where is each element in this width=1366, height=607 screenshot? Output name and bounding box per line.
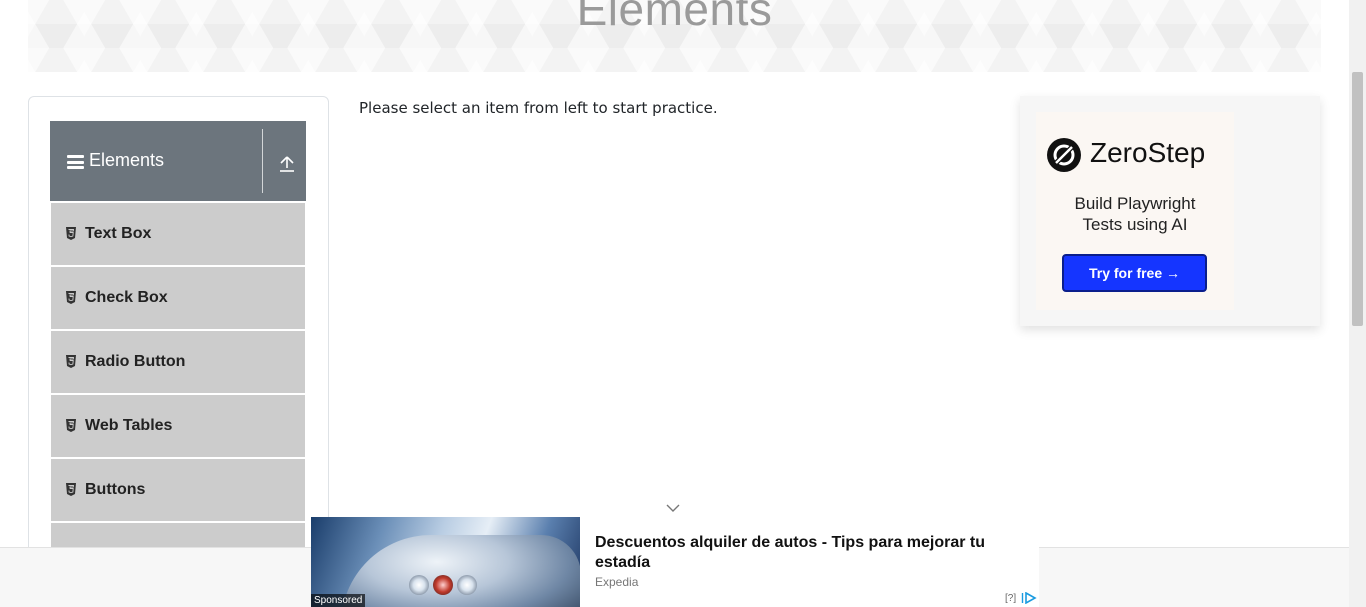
ad-car-image[interactable]: Sponsored: [311, 517, 580, 607]
menu-item-web-tables[interactable]: Web Tables: [51, 395, 305, 457]
scrollbar-thumb[interactable]: [1352, 72, 1363, 326]
menu-item-label: Web Tables: [85, 417, 173, 434]
chevron-down-icon[interactable]: [666, 503, 680, 513]
vertical-scrollbar[interactable]: [1349, 0, 1366, 607]
sponsored-label: Sponsored: [311, 594, 366, 607]
menu-item-buttons[interactable]: Buttons: [51, 459, 305, 521]
menu-item-radio-button[interactable]: Radio Button: [51, 331, 305, 393]
elements-menu-list: Text Box Check Box Radio Button Web Tabl…: [51, 203, 305, 587]
menu-item-label: Buttons: [85, 481, 146, 498]
menu-item-text-box[interactable]: Text Box: [51, 203, 305, 265]
practice-message: Please select an item from left to start…: [359, 99, 718, 117]
ad-headline[interactable]: Descuentos alquiler de autos - Tips para…: [595, 533, 1015, 573]
zerostep-ad[interactable]: ZeroStep Build Playwright Tests using AI…: [1020, 96, 1320, 326]
try-for-free-button[interactable]: Try for free →: [1062, 254, 1207, 292]
upload-icon[interactable]: [279, 154, 295, 172]
group-title: Elements: [89, 150, 165, 170]
page-banner: Elements: [28, 0, 1321, 72]
hamburger-icon: [67, 155, 84, 169]
html5-icon: [66, 227, 76, 240]
html5-icon: [66, 419, 76, 432]
menu-item-label: Radio Button: [85, 353, 186, 370]
html5-icon: [66, 291, 76, 304]
zerostep-logo-icon: [1047, 138, 1081, 172]
menu-item-label: Check Box: [85, 289, 168, 306]
html5-icon: [66, 483, 76, 496]
tagline-line-2: Tests using AI: [1082, 215, 1188, 234]
zerostep-brand: ZeroStep: [1090, 137, 1206, 168]
left-panel: Elements Text Box Check Box Radio Button: [28, 96, 329, 585]
adchoices-icon[interactable]: [1021, 592, 1037, 604]
headlight-shape: [409, 575, 429, 595]
headlight-shape: [433, 575, 453, 595]
ad-source: Expedia: [595, 575, 639, 589]
menu-item-label: Text Box: [85, 225, 152, 242]
ad-help-link[interactable]: [?]: [1005, 593, 1016, 604]
menu-item-check-box[interactable]: Check Box: [51, 267, 305, 329]
page-title: Elements: [576, 0, 773, 35]
page: Elements Elements Text Box Check Box Rad…: [0, 0, 1366, 607]
tagline-line-1: Build Playwright: [1074, 194, 1196, 213]
html5-icon: [66, 355, 76, 368]
car-illustration: [341, 535, 580, 607]
elements-group-header[interactable]: Elements: [50, 121, 306, 201]
header-divider: [262, 129, 263, 193]
headlight-shape: [457, 575, 477, 595]
bottom-ad[interactable]: Sponsored Descuentos alquiler de autos -…: [311, 517, 1039, 607]
zerostep-tagline: Build Playwright Tests using AI: [1036, 193, 1234, 235]
